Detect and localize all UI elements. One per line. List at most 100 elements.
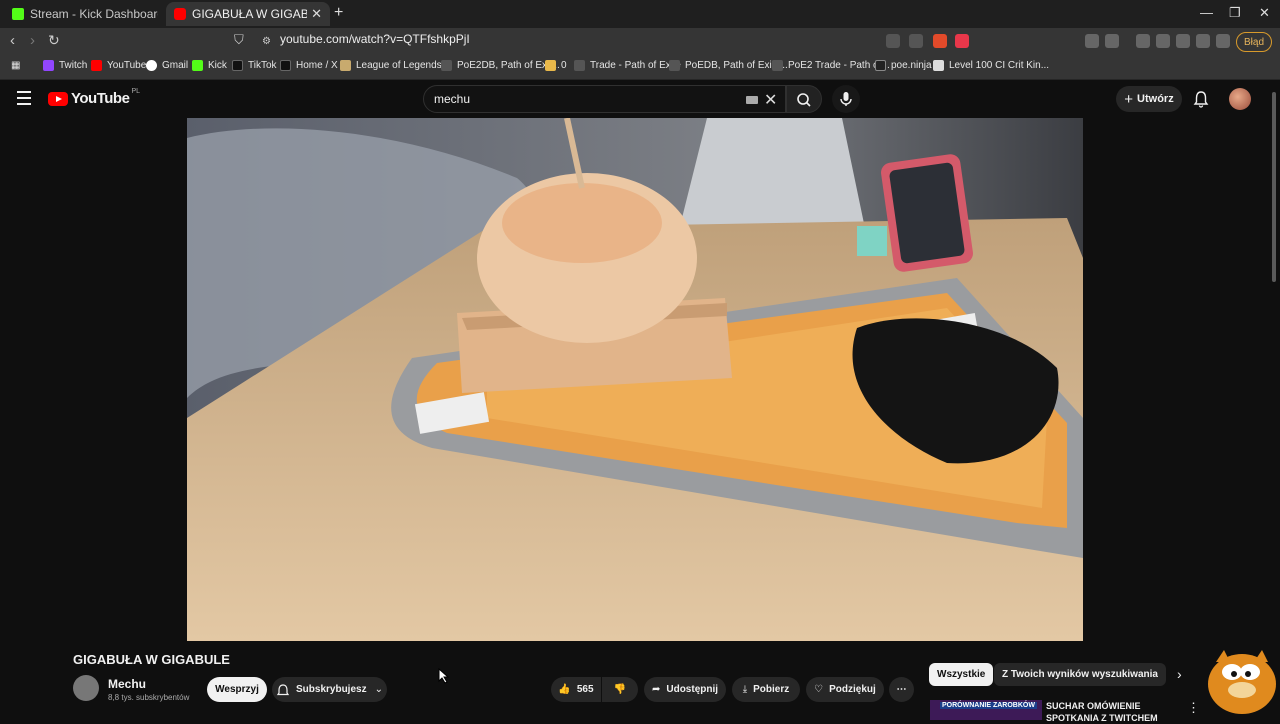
wallet-icon[interactable] — [1176, 34, 1190, 48]
youtube-icon — [91, 60, 102, 71]
garfield-mascot-image — [1208, 650, 1276, 714]
share-button[interactable]: ➦ Udostępnij — [644, 677, 726, 702]
channel-name[interactable]: Mechu — [108, 677, 146, 691]
account-avatar[interactable] — [1229, 88, 1251, 110]
bookmark-item[interactable]: YouTube — [91, 60, 146, 71]
poe-trade-icon — [574, 60, 585, 71]
bookmark-item[interactable]: Kick — [192, 60, 227, 71]
reload-icon[interactable]: ↻ — [48, 32, 60, 49]
minimize-icon[interactable]: — — [1200, 5, 1213, 20]
bookmark-label: Kick — [208, 60, 227, 71]
apps-icon[interactable]: ▦ — [11, 60, 20, 71]
download-button[interactable]: ⤓ Pobierz — [732, 677, 800, 702]
bookmark-label: Trade - Path of Exile — [590, 60, 681, 71]
scrollbar[interactable] — [1272, 92, 1276, 282]
menu-icon[interactable] — [17, 91, 31, 109]
chip-from-search[interactable]: Z Twoich wyników wyszukiwania — [994, 663, 1166, 686]
vpn-icon[interactable] — [1216, 34, 1230, 48]
bookmark-item[interactable]: Home / X — [280, 60, 338, 71]
forward-icon[interactable]: › — [30, 32, 35, 49]
close-tab-icon[interactable]: ✕ — [311, 6, 322, 22]
subscriber-count: 8,8 tys. subskrybentów — [108, 693, 190, 702]
voice-search-button[interactable] — [832, 85, 860, 113]
bookmark-label: League of Legends... — [356, 60, 450, 71]
recommended-thumbnail[interactable]: PORÓWNANIE ZAROBKÓW — [930, 700, 1042, 720]
bookmark-item[interactable]: PoE2 Trade - Path of... — [772, 60, 890, 71]
tiktok-icon — [232, 60, 243, 71]
thumbnail-text: PORÓWNANIE ZAROBKÓW — [940, 702, 1037, 709]
brave-rewards-icon[interactable] — [955, 34, 969, 48]
more-actions-button[interactable]: ⋯ — [889, 677, 914, 702]
keyboard-icon[interactable] — [746, 96, 758, 104]
subscribed-label: Subskrybujesz — [296, 684, 367, 695]
sidebar-icon[interactable] — [1156, 34, 1170, 48]
folder-icon — [545, 60, 556, 71]
translate-icon[interactable] — [1105, 34, 1119, 48]
chip-all[interactable]: Wszystkie — [929, 663, 994, 686]
bookmark-item[interactable]: PoEDB, Path of Exile... — [669, 60, 788, 71]
music-icon[interactable] — [1136, 34, 1150, 48]
new-tab-icon[interactable]: + — [334, 4, 343, 22]
restore-icon[interactable]: ❐ — [1229, 5, 1241, 21]
download-label: Pobierz — [753, 684, 790, 695]
channel-avatar[interactable] — [73, 675, 99, 701]
like-button[interactable]: 👍 565 — [551, 677, 601, 702]
youtube-header: YouTube PL mechu ✕ + Utwórz — [0, 80, 1280, 118]
share-icon[interactable] — [909, 34, 923, 48]
gmail-icon — [146, 60, 157, 71]
download-icon: ⤓ — [742, 684, 748, 695]
bookmark-icon[interactable]: ⛉ — [234, 32, 244, 48]
like-count: 565 — [576, 684, 594, 695]
leo-icon[interactable] — [1196, 34, 1210, 48]
cast-icon[interactable] — [886, 34, 900, 48]
bookmark-item[interactable]: Twitch — [43, 60, 87, 71]
bookmark-item[interactable]: poe.ninja — [875, 60, 932, 71]
browser-tab-youtube[interactable]: GIGABUŁA W GIGABULE - Yo ✕ — [166, 2, 330, 26]
site-info-icon[interactable]: ⚙ — [262, 36, 271, 47]
youtube-play-icon — [48, 91, 68, 106]
bell-icon — [1193, 91, 1209, 108]
video-title: GIGABUŁA W GIGABULE — [73, 652, 230, 667]
bookmark-label: TikTok — [248, 60, 277, 71]
recommended-title[interactable]: SUCHAR OMÓWIENIE SPOTKANIA Z TWITCHEM — [1046, 700, 1176, 724]
chevron-right-icon[interactable]: › — [1177, 666, 1182, 682]
bookmark-item[interactable]: League of Legends... — [340, 60, 450, 71]
plus-icon: + — [1124, 90, 1134, 108]
browser-tab-kick[interactable]: Stream - Kick Dashboard — [4, 2, 166, 26]
close-window-icon[interactable]: ✕ — [1259, 5, 1270, 21]
bookmark-item[interactable]: 0 — [545, 60, 567, 71]
create-button[interactable]: + Utwórz — [1116, 86, 1182, 112]
back-icon[interactable]: ‹ — [10, 32, 15, 49]
address-bar[interactable]: youtube.com/watch?v=QTFfshkpPjI — [280, 32, 470, 46]
kick-icon — [12, 8, 24, 20]
notifications-button[interactable] — [1193, 90, 1209, 113]
error-badge[interactable]: Błąd — [1236, 32, 1272, 52]
bookmark-item[interactable]: TikTok — [232, 60, 277, 71]
support-button[interactable]: Wesprzyj — [207, 677, 267, 702]
extensions-icon[interactable] — [1085, 34, 1099, 48]
chip-label: Z Twoich wyników wyszukiwania — [1002, 669, 1158, 680]
kick-icon — [192, 60, 203, 71]
clear-search-icon[interactable]: ✕ — [764, 90, 777, 110]
browser-tab-bar: Stream - Kick Dashboard GIGABUŁA W GIGAB… — [0, 0, 1280, 28]
thanks-button[interactable]: ♡ Podziękuj — [806, 677, 884, 702]
brave-shield-icon[interactable] — [933, 34, 947, 48]
thanks-label: Podziękuj — [829, 684, 876, 695]
bookmark-label: Level 100 CI Crit Kin... — [949, 60, 1050, 71]
subscribed-button[interactable]: Subskrybujesz ⌄ — [272, 677, 387, 702]
dislike-button[interactable]: 👎 — [602, 677, 638, 702]
youtube-logo[interactable]: YouTube PL — [48, 88, 140, 107]
bookmark-item[interactable]: Level 100 CI Crit Kin... — [933, 60, 1049, 71]
search-input[interactable]: mechu ✕ — [423, 85, 786, 113]
chevron-down-icon: ⌄ — [374, 684, 383, 695]
search-button[interactable] — [786, 85, 822, 113]
thumbs-up-icon: 👍 — [558, 684, 571, 695]
video-frame — [187, 118, 1083, 641]
create-label: Utwórz — [1137, 93, 1174, 105]
video-player[interactable] — [187, 118, 1083, 641]
bookmark-item[interactable]: PoE2DB, Path of Exil... — [441, 60, 560, 71]
bookmark-item[interactable]: Trade - Path of Exile — [574, 60, 681, 71]
bell-icon — [276, 683, 290, 695]
bookmark-item[interactable]: Gmail — [146, 60, 188, 71]
twitch-icon — [43, 60, 54, 71]
